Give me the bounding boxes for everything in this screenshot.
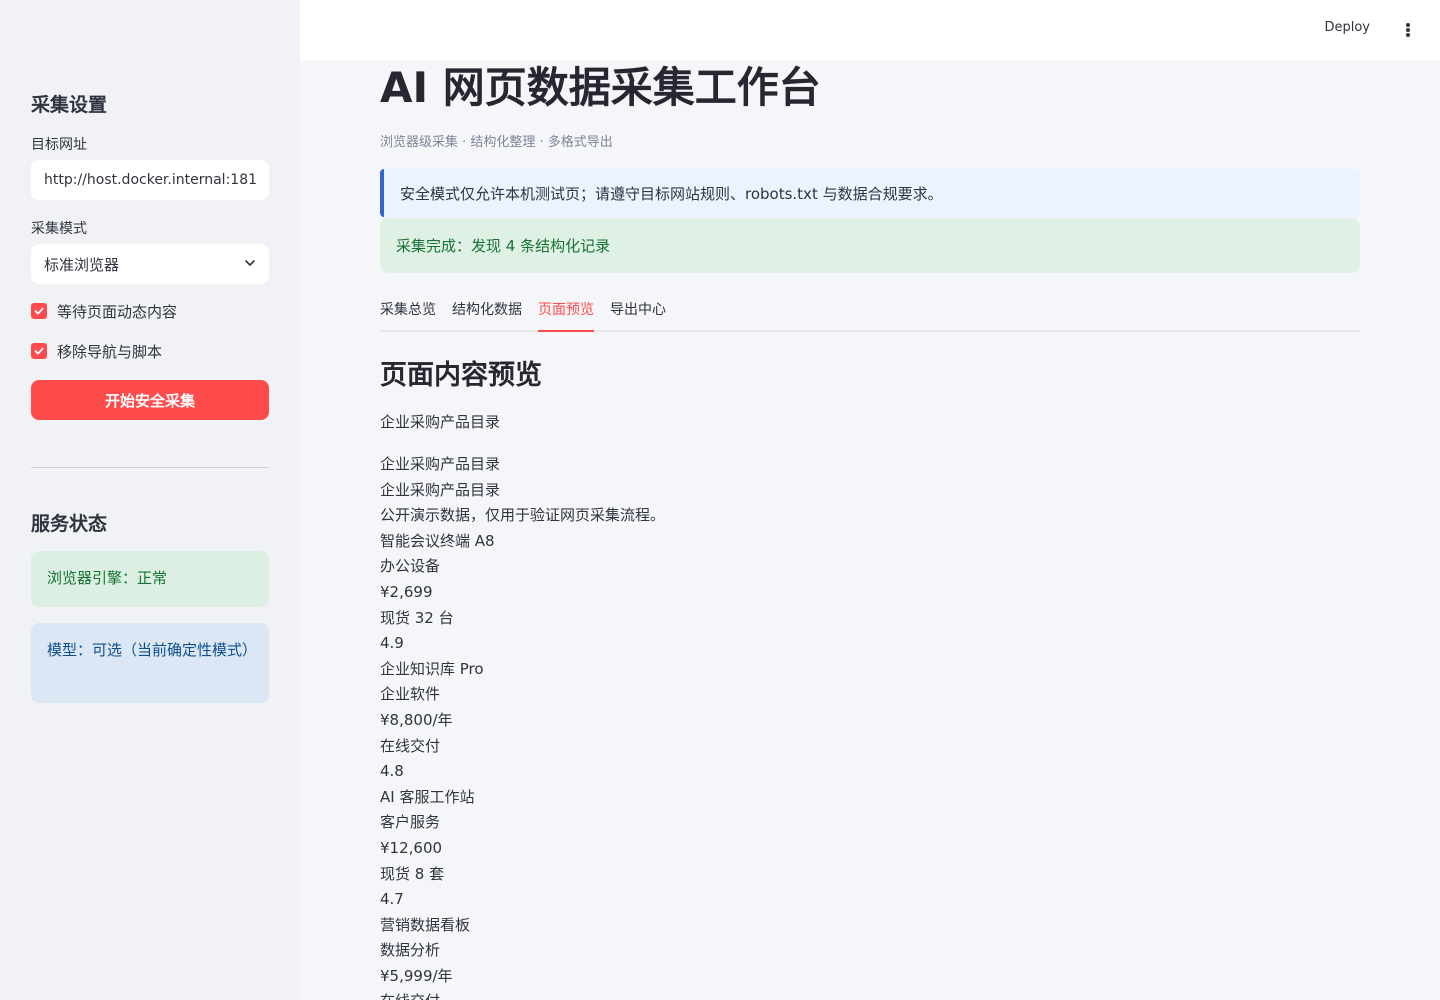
tab-export-center[interactable]: 导出中心 xyxy=(610,299,666,332)
more-menu-icon[interactable] xyxy=(1398,18,1418,42)
browser-status-alert: 浏览器引擎：正常 xyxy=(31,551,269,607)
sidebar: 采集设置 目标网址 采集模式 标准浏览器 等待页面动态内容 移除导航与脚本 开始… xyxy=(0,0,300,1000)
safety-notice-text: 安全模式仅允许本机测试页；请遵守目标网站规则、robots.txt 与数据合规要… xyxy=(400,184,943,203)
wait-dynamic-checkbox[interactable]: 等待页面动态内容 xyxy=(31,299,177,323)
main-content: AI 网页数据采集工作台 浏览器级采集 · 结构化整理 · 多格式导出 安全模式… xyxy=(380,0,1360,1000)
mode-label: 采集模式 xyxy=(31,221,87,237)
mode-select[interactable]: 标准浏览器 xyxy=(31,244,269,284)
tab-bar: 采集总览 结构化数据 页面预览 导出中心 xyxy=(380,296,1360,332)
section-title: 页面内容预览 xyxy=(380,360,542,391)
page-subtitle: 浏览器级采集 · 结构化整理 · 多格式导出 xyxy=(380,135,613,150)
chevron-down-icon xyxy=(245,260,255,266)
preview-line: 企业采购产品目录 xyxy=(380,480,501,499)
status-heading: 服务状态 xyxy=(31,513,108,535)
sidebar-divider xyxy=(31,467,269,468)
tab-page-preview[interactable]: 页面预览 xyxy=(538,299,594,332)
browser-status-text: 浏览器引擎：正常 xyxy=(47,569,168,587)
remove-nav-label: 移除导航与脚本 xyxy=(57,342,163,361)
preview-line: 客户服务 xyxy=(380,813,441,832)
preview-line: 数据分析 xyxy=(380,941,441,960)
preview-line: ¥2,699 xyxy=(380,582,433,601)
page-title: AI 网页数据采集工作台 xyxy=(380,63,821,112)
preview-line: 营销数据看板 xyxy=(380,915,471,934)
url-label: 目标网址 xyxy=(31,137,87,153)
success-alert: 采集完成：发现 4 条结构化记录 xyxy=(380,218,1360,273)
preview-line: 现货 32 台 xyxy=(380,608,454,627)
preview-content: 企业采购产品目录 企业采购产品目录 公开演示数据，仅用于验证网页采集流程。 智能… xyxy=(380,452,665,1000)
preview-line: ¥8,800/年 xyxy=(380,710,453,729)
preview-line: 在线交付 xyxy=(380,989,665,1000)
preview-line: 办公设备 xyxy=(380,557,441,576)
preview-line: 4.8 xyxy=(380,762,404,781)
preview-line: 公开演示数据，仅用于验证网页采集流程。 xyxy=(380,506,666,525)
url-input[interactable] xyxy=(31,160,269,200)
checkbox-checked-icon[interactable] xyxy=(31,303,47,319)
preview-line: 4.7 xyxy=(380,890,404,909)
preview-line: ¥12,600 xyxy=(380,838,443,857)
checkbox-checked-icon[interactable] xyxy=(31,343,47,359)
safety-notice: 安全模式仅允许本机测试页；请遵守目标网站规则、robots.txt 与数据合规要… xyxy=(380,169,1360,217)
preview-heading-line: 企业采购产品目录 xyxy=(380,413,501,431)
preview-line: 企业知识库 Pro xyxy=(380,659,484,678)
preview-line: 在线交付 xyxy=(380,736,441,755)
preview-line: 企业软件 xyxy=(380,685,441,704)
mode-select-value: 标准浏览器 xyxy=(44,256,120,274)
remove-nav-checkbox[interactable]: 移除导航与脚本 xyxy=(31,339,162,363)
wait-dynamic-label: 等待页面动态内容 xyxy=(57,302,178,321)
preview-line: 4.9 xyxy=(380,634,404,653)
start-collect-button[interactable]: 开始安全采集 xyxy=(31,380,269,420)
preview-line: 企业采购产品目录 xyxy=(380,455,501,473)
settings-heading: 采集设置 xyxy=(31,94,108,116)
tab-structured-data[interactable]: 结构化数据 xyxy=(452,299,522,332)
model-status-text: 模型：可选（当前确定性模式） xyxy=(47,641,258,659)
preview-line: 智能会议终端 A8 xyxy=(380,531,495,550)
preview-line: ¥5,999/年 xyxy=(380,966,453,985)
preview-line: 现货 8 套 xyxy=(380,864,445,883)
tab-overview[interactable]: 采集总览 xyxy=(380,299,436,332)
model-status-alert: 模型：可选（当前确定性模式） xyxy=(31,623,269,703)
preview-line: AI 客服工作站 xyxy=(380,787,475,806)
success-alert-text: 采集完成：发现 4 条结构化记录 xyxy=(396,237,611,255)
